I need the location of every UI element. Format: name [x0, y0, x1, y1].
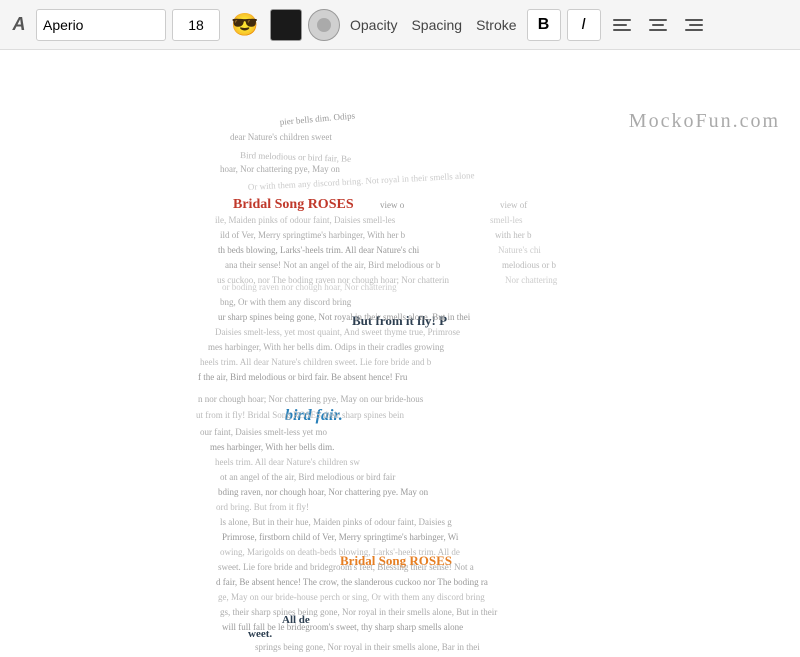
svg-text:f the air, Bird melodious or b: f the air, Bird melodious or bird fair. …	[198, 372, 408, 382]
align-center-icon	[649, 19, 667, 31]
svg-text:Bridal Song ROSES: Bridal Song ROSES	[233, 197, 354, 212]
svg-text:ile, Maiden pinks of odour fai: ile, Maiden pinks of odour faint, Daisie…	[215, 215, 396, 225]
svg-text:ut from it fly! Bridal Song RO: ut from it fly! Bridal Song ROSES their …	[196, 410, 404, 420]
svg-text:th beds blowing, Larks'-heels: th beds blowing, Larks'-heels trim. All …	[218, 245, 420, 255]
opacity-label: Opacity	[346, 17, 401, 33]
svg-text:our faint, Daisies smelt-less: our faint, Daisies smelt-less yet mo	[200, 427, 327, 437]
svg-text:Nature's chi: Nature's chi	[498, 245, 541, 255]
svg-text:n nor chough hoar; Nor chatter: n nor chough hoar; Nor chattering pye, M…	[198, 394, 424, 404]
align-center-button[interactable]	[643, 9, 673, 41]
svg-text:ot an angel of the air, Bird m: ot an angel of the air, Bird melodious o…	[220, 472, 395, 482]
align-right-icon	[685, 19, 703, 31]
svg-text:ana their sense! Not an angel: ana their sense! Not an angel of the air…	[225, 260, 441, 270]
svg-text:Bird melodious or bird fair, B: Bird melodious or bird fair, Be	[240, 150, 351, 164]
svg-text:heels trim. All dear Nature's: heels trim. All dear Nature's children s…	[215, 457, 360, 467]
svg-text:Primrose, firstborn child of V: Primrose, firstborn child of Ver, Merry …	[222, 532, 459, 542]
align-right-button[interactable]	[679, 9, 709, 41]
svg-text:heels trim. All dear Nature's: heels trim. All dear Nature's children s…	[200, 357, 432, 367]
svg-text:d fair, Be absent hence! The c: d fair, Be absent hence! The crow, the s…	[216, 577, 488, 587]
font-type-icon: A	[8, 14, 30, 35]
align-left-button[interactable]	[607, 9, 637, 41]
word-cloud-svg: pier bells dim. Odips dear Nature's chil…	[0, 50, 800, 657]
font-size-input[interactable]	[172, 9, 220, 41]
spacing-label: Spacing	[407, 17, 466, 33]
svg-text:gs, their sharp spines being g: gs, their sharp spines being gone, Nor r…	[220, 607, 497, 617]
svg-text:ild of Ver, Merry springtime's: ild of Ver, Merry springtime's harbinger…	[220, 230, 406, 240]
svg-text:view of: view of	[500, 200, 527, 210]
color-black-swatch[interactable]	[270, 9, 302, 41]
svg-text:melodious or b: melodious or b	[502, 260, 556, 270]
italic-button[interactable]: I	[567, 9, 601, 41]
color-opacity-swatch[interactable]	[308, 9, 340, 41]
svg-text:Daisies smelt-less, yet most q: Daisies smelt-less, yet most quaint, And…	[215, 327, 460, 337]
svg-text:All de: All de	[282, 614, 310, 626]
svg-text:sweet. Lie fore bride and brid: sweet. Lie fore bride and bridegroom's f…	[218, 562, 474, 572]
toolbar: A 😎 Opacity Spacing Stroke B I	[0, 0, 800, 50]
svg-text:ls alone, But in their hue, Ma: ls alone, But in their hue, Maiden pinks…	[220, 517, 452, 527]
svg-text:bding raven, nor chough hoar,: bding raven, nor chough hoar, Nor chatte…	[218, 487, 429, 497]
svg-text:owing, Marigolds on death-beds: owing, Marigolds on death-beds blowing, …	[220, 547, 460, 557]
svg-text:ord bring. But from it fly!: ord bring. But from it fly!	[216, 502, 309, 512]
svg-text:ge, May on our bride-house per: ge, May on our bride-house perch or sing…	[218, 592, 485, 602]
svg-text:dear Nature's children sweet: dear Nature's children sweet	[230, 132, 332, 142]
svg-text:weet.: weet.	[248, 628, 272, 640]
svg-text:view o: view o	[380, 200, 405, 210]
svg-text:mes harbinger, With her bells: mes harbinger, With her bells dim.	[210, 442, 334, 452]
svg-text:Nor chattering: Nor chattering	[505, 275, 558, 285]
svg-text:pier bells dim. Odips: pier bells dim. Odips	[279, 110, 356, 127]
align-left-icon	[613, 19, 631, 31]
svg-text:or boding raven nor chough hoa: or boding raven nor chough hoar, Nor cha…	[222, 282, 397, 292]
svg-text:with her b: with her b	[495, 230, 532, 240]
svg-text:mes harbinger, With her bells: mes harbinger, With her bells dim. Odips…	[208, 342, 445, 352]
svg-text:hoar, Nor chattering pye, May: hoar, Nor chattering pye, May on	[220, 164, 340, 174]
svg-text:springs being gone, Nor royal: springs being gone, Nor royal in their s…	[255, 642, 480, 652]
canvas-area[interactable]: MockoFun.com pier bells dim. Odips dear …	[0, 50, 800, 657]
bold-button[interactable]: B	[527, 9, 561, 41]
stroke-label: Stroke	[472, 17, 520, 33]
font-name-input[interactable]	[36, 9, 166, 41]
svg-text:bng, Or with them any discord: bng, Or with them any discord bring	[220, 297, 352, 307]
emoji-button[interactable]: 😎	[226, 9, 264, 41]
svg-text:ur sharp spines being gone, No: ur sharp spines being gone, Not royal in…	[218, 312, 471, 322]
svg-text:smell-les: smell-les	[490, 215, 523, 225]
